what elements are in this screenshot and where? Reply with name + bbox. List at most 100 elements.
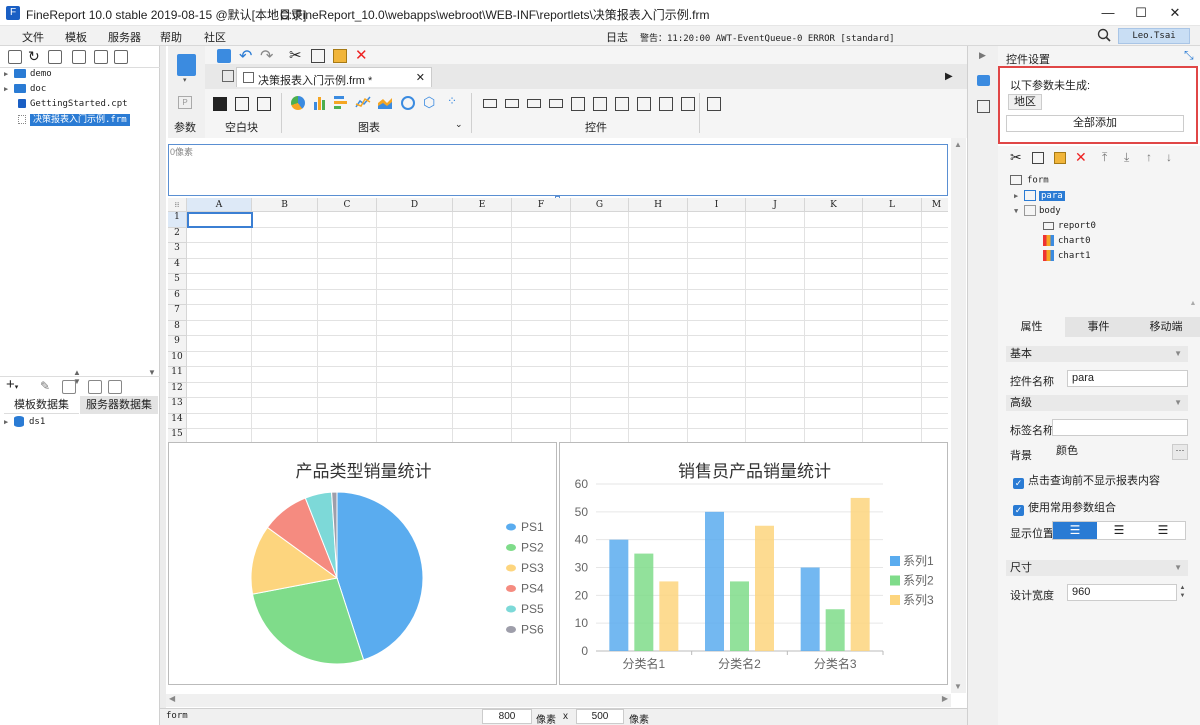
- line-chart-icon[interactable]: [355, 94, 371, 110]
- horizontal-scrollbar[interactable]: ◀ ▶: [166, 694, 951, 707]
- tab-close-icon[interactable]: ✕: [416, 71, 425, 84]
- align-right-icon[interactable]: ☰: [1141, 522, 1185, 539]
- column-header[interactable]: D: [377, 198, 453, 212]
- properties-scrollbar[interactable]: ▲: [1188, 300, 1198, 600]
- user-button[interactable]: Leo.Tsai: [1118, 28, 1190, 44]
- locate-icon[interactable]: [72, 50, 86, 64]
- horizontal-bar-icon[interactable]: [333, 94, 347, 110]
- copy-icon[interactable]: [1032, 152, 1044, 164]
- align-center-icon[interactable]: ☰: [1097, 522, 1141, 539]
- column-header[interactable]: C: [318, 198, 377, 212]
- menu-help[interactable]: 帮助: [160, 29, 182, 45]
- scroll-up-icon[interactable]: ▲: [954, 140, 962, 149]
- scatter-chart-icon[interactable]: ⁘: [447, 94, 457, 108]
- width-input[interactable]: 800: [482, 709, 532, 724]
- search-icon[interactable]: [1097, 28, 1111, 42]
- number-widget-icon[interactable]: [615, 97, 629, 111]
- label-widget-icon[interactable]: [505, 99, 519, 108]
- legend-label[interactable]: 系列2: [903, 574, 934, 588]
- connect-icon[interactable]: [108, 380, 122, 394]
- template-icon[interactable]: [177, 54, 196, 76]
- menu-file[interactable]: 文件: [22, 29, 44, 45]
- combobox-widget-icon[interactable]: [549, 99, 563, 108]
- component-library-icon[interactable]: [977, 100, 990, 113]
- parameter-band[interactable]: 0像素: [168, 144, 948, 196]
- column-header[interactable]: F: [512, 198, 571, 212]
- row-header[interactable]: 15: [168, 429, 187, 442]
- row-header[interactable]: 3: [168, 243, 187, 259]
- checkbox-hide-before-query[interactable]: ✓ 点击查询前不显示报表内容: [1013, 472, 1160, 489]
- row-header[interactable]: 9: [168, 336, 187, 352]
- cut-icon[interactable]: ✂: [289, 46, 302, 64]
- row-header[interactable]: 10: [168, 351, 187, 367]
- tree-node-form[interactable]: form: [1010, 175, 1049, 190]
- menu-template[interactable]: 模板: [65, 29, 87, 45]
- more-options-icon[interactable]: ···: [1172, 444, 1188, 460]
- redo-icon[interactable]: ↷: [260, 46, 273, 66]
- pie-chart-icon[interactable]: [291, 96, 305, 110]
- delete-icon[interactable]: ✕: [355, 46, 368, 64]
- tree-item-doc[interactable]: ▶ doc: [4, 84, 46, 99]
- undo-icon[interactable]: ↶: [239, 46, 252, 66]
- menu-server[interactable]: 服务器: [108, 29, 141, 45]
- search-widget-icon[interactable]: [707, 97, 721, 111]
- paste-icon[interactable]: [333, 49, 347, 63]
- report-grid[interactable]: ⁝⁝ A B C D E F G H I J K L M 1 2 3 4 5 6 7 8 9 10 11 12 13 14 15: [168, 198, 948, 442]
- row-header[interactable]: 1: [168, 212, 187, 228]
- checkbox-widget-icon[interactable]: [681, 97, 695, 111]
- legend-label[interactable]: PS5: [521, 602, 544, 616]
- move-down-icon[interactable]: ↓: [1166, 150, 1172, 164]
- row-header[interactable]: 4: [168, 258, 187, 274]
- area-chart-icon[interactable]: [377, 94, 393, 110]
- close-button[interactable]: ✕: [1152, 0, 1198, 26]
- widget-settings-icon[interactable]: [977, 75, 990, 86]
- legend-label[interactable]: PS6: [521, 623, 544, 637]
- column-header[interactable]: M: [922, 198, 948, 212]
- radar-chart-icon[interactable]: ⬡: [423, 94, 435, 111]
- copy-icon[interactable]: [114, 50, 128, 64]
- column-header[interactable]: G: [571, 198, 629, 212]
- cut-icon[interactable]: ✂: [1010, 149, 1022, 166]
- log-link[interactable]: 日志: [606, 29, 628, 45]
- row-header[interactable]: 5: [168, 274, 187, 290]
- add-dataset-icon[interactable]: +▾: [6, 376, 18, 393]
- vertical-scrollbar[interactable]: ▲ ▼: [951, 138, 966, 693]
- tree-node-chart0[interactable]: chart0: [1043, 235, 1091, 250]
- textarea-widget-icon[interactable]: [637, 97, 651, 111]
- align-left-icon[interactable]: ☰: [1053, 522, 1097, 539]
- save-icon[interactable]: [217, 49, 231, 63]
- move-top-icon[interactable]: ⤒: [1102, 150, 1107, 165]
- delete-icon[interactable]: [94, 50, 108, 64]
- tab-template-dataset[interactable]: 模板数据集: [4, 396, 79, 414]
- width-stepper[interactable]: ▲ ▼: [1177, 584, 1188, 601]
- tab-properties[interactable]: 属性: [998, 317, 1065, 337]
- column-header[interactable]: A: [187, 198, 252, 212]
- checkbox-common-params[interactable]: ✓ 使用常用参数组合: [1013, 499, 1116, 516]
- move-bottom-icon[interactable]: ⤓: [1124, 150, 1129, 165]
- legend-label[interactable]: 系列1: [903, 554, 934, 568]
- edit-pencil-icon[interactable]: ✎: [40, 379, 50, 393]
- column-header[interactable]: L: [863, 198, 922, 212]
- preview-icon[interactable]: [88, 380, 102, 394]
- column-header[interactable]: H: [629, 198, 688, 212]
- section-advanced[interactable]: 高级 ▼: [1006, 395, 1188, 411]
- tree-node-chart1[interactable]: chart1: [1043, 250, 1091, 265]
- tree-item-decision-report[interactable]: 决策报表入门示例.frm: [18, 112, 130, 127]
- tree-node-body[interactable]: ▼ body: [1014, 205, 1061, 220]
- editor-tab[interactable]: 决策报表入门示例.frm * ✕: [236, 67, 432, 87]
- chevron-down-icon[interactable]: ▾: [183, 76, 187, 84]
- legend-label[interactable]: 系列3: [903, 593, 934, 607]
- blank-block-icon[interactable]: [213, 97, 227, 111]
- expand-arrow-icon[interactable]: ▶: [979, 50, 986, 61]
- bar-chart-container[interactable]: 销售员产品销量统计 0 10 20 30 40 50 60 分类名1 分类名2 分类名3 系列1 系列…: [559, 442, 948, 685]
- section-size[interactable]: 尺寸 ▼: [1006, 560, 1188, 576]
- row-header[interactable]: 6: [168, 289, 187, 305]
- refresh-icon[interactable]: ↻: [28, 48, 40, 65]
- column-header[interactable]: B: [252, 198, 318, 212]
- scroll-down-icon[interactable]: ▼: [954, 682, 962, 691]
- legend-label[interactable]: PS1: [521, 520, 544, 534]
- tree-node-para[interactable]: ▶ para: [1014, 190, 1065, 205]
- row-header[interactable]: 7: [168, 305, 187, 321]
- height-input[interactable]: 500: [576, 709, 624, 724]
- gauge-chart-icon[interactable]: [401, 96, 415, 110]
